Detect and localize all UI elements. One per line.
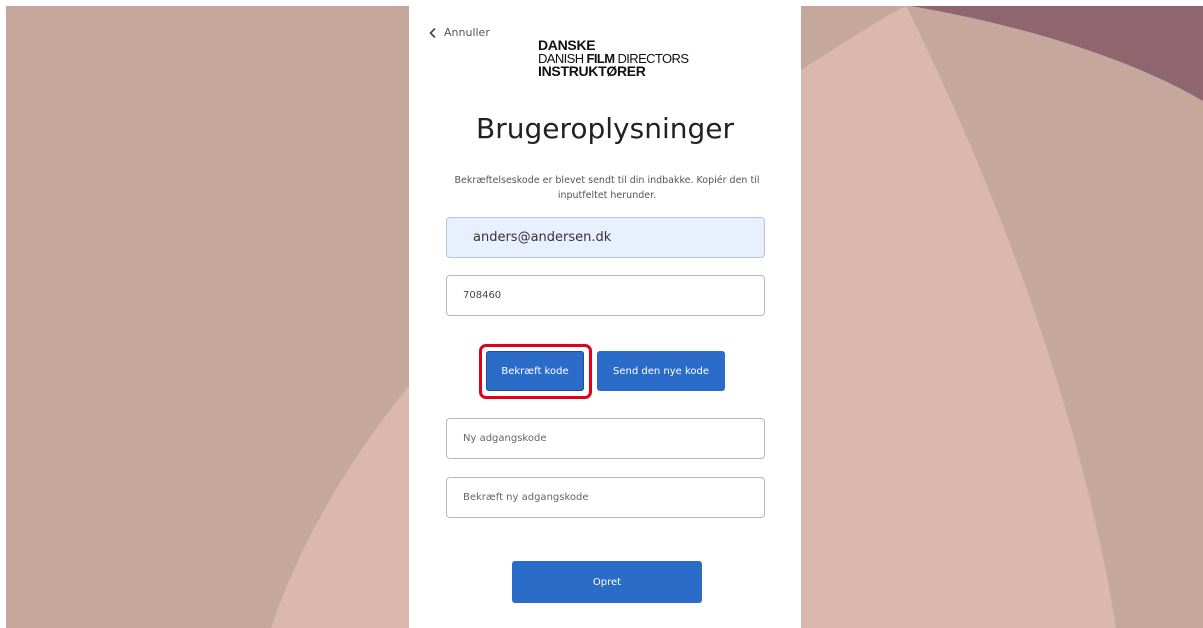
- new-password-field[interactable]: Ny adgangskode: [446, 418, 765, 459]
- verification-info-text: Bekræftelseskode er blevet sendt til din…: [454, 175, 760, 201]
- cancel-link[interactable]: Annuller: [427, 26, 490, 39]
- verification-code-field[interactable]: 708460: [446, 275, 765, 316]
- verify-code-button[interactable]: Bekræft kode: [486, 351, 584, 391]
- danske-filminstruktorer-logo: DANSKE DANISH FILM DIRECTORS INSTRUKTØRE…: [538, 38, 689, 79]
- create-button[interactable]: Opret: [512, 561, 702, 603]
- chevron-left-icon: [427, 27, 439, 39]
- screen-frame: Annuller DANSKE DANISH FILM DIRECTORS IN…: [6, 6, 1203, 628]
- email-field[interactable]: anders@andersen.dk: [446, 217, 765, 258]
- signup-card: Annuller DANSKE DANISH FILM DIRECTORS IN…: [409, 6, 801, 628]
- page-title: Brugeroplysninger: [476, 112, 734, 145]
- logo-line-3: INSTRUKTØRER: [538, 63, 646, 79]
- cancel-label: Annuller: [444, 26, 490, 39]
- send-new-code-button[interactable]: Send den nye kode: [597, 351, 725, 391]
- confirm-password-field[interactable]: Bekræft ny adgangskode: [446, 477, 765, 518]
